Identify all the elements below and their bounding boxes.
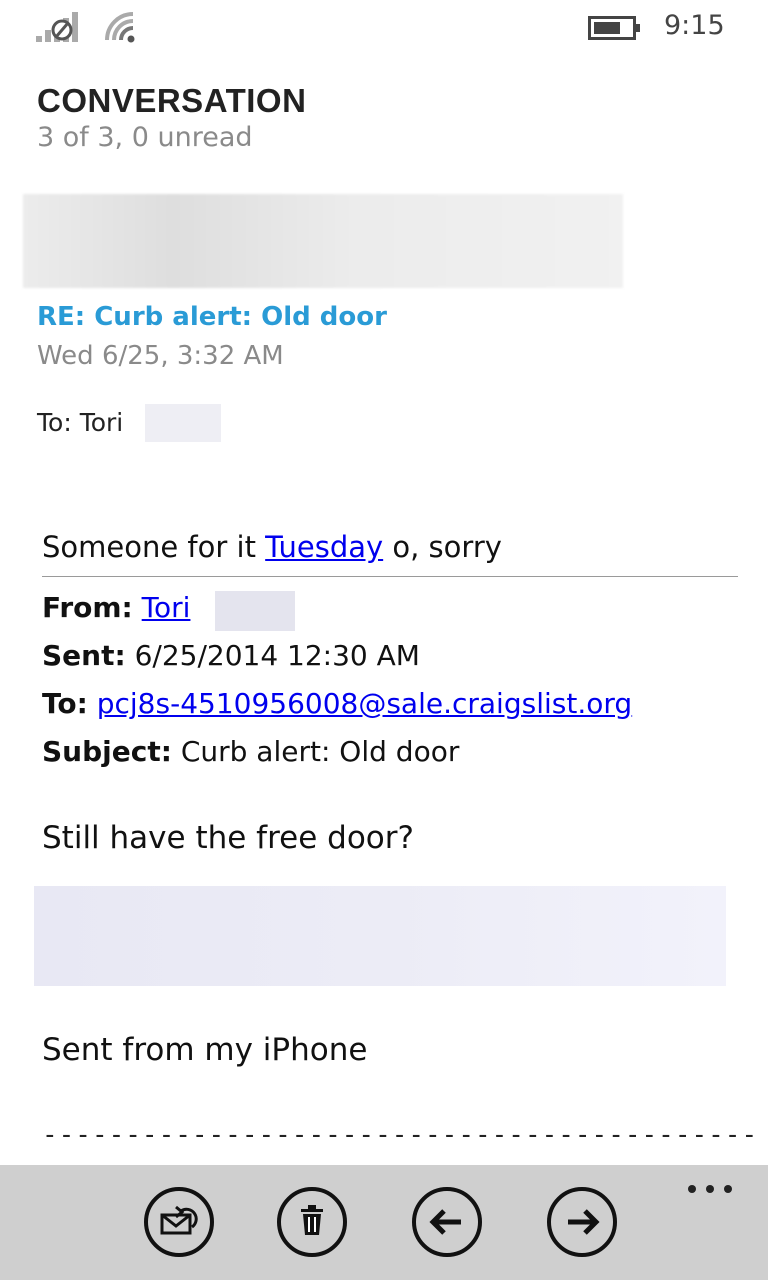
from-surname-redacted <box>215 591 295 631</box>
previous-icon <box>429 1209 461 1235</box>
recipient-surname-redacted <box>145 404 221 442</box>
recipient-line[interactable]: To: Tori <box>37 408 123 437</box>
sent-value: 6/25/2014 12:30 AM <box>134 639 420 672</box>
delete-button[interactable] <box>277 1187 347 1257</box>
quoted-question: Still have the free door? <box>42 820 414 856</box>
app-bar <box>0 1165 768 1280</box>
status-time: 9:15 <box>664 10 725 41</box>
body-prefix: Someone for it <box>42 530 266 564</box>
from-label: From: <box>42 591 133 624</box>
reply-body-text: Someone for it Tuesday o, sorry <box>42 530 502 564</box>
delete-icon <box>301 1205 323 1235</box>
wifi-icon <box>105 12 135 43</box>
quote-divider <box>42 576 738 577</box>
quoted-body-redacted <box>34 886 726 986</box>
status-bar: 9:15 <box>0 0 768 56</box>
reply-button[interactable] <box>144 1187 214 1257</box>
quoted-subject-row: Subject: Curb alert: Old door <box>42 735 459 768</box>
signal-no-sim-icon <box>36 12 78 42</box>
next-message-button[interactable] <box>547 1187 617 1257</box>
battery-icon <box>588 16 640 40</box>
page-title: CONVERSATION <box>37 82 307 119</box>
separator-line: ----------------------------------------… <box>42 1120 759 1150</box>
subject-value: Curb alert: Old door <box>180 735 460 768</box>
quoted-to-row: To: pcj8s-4510956008@sale.craigslist.org <box>42 687 632 720</box>
body-suffix: o, sorry <box>383 530 502 564</box>
sent-label: Sent: <box>42 639 126 672</box>
email-conversation-screen: 9:15 CONVERSATION 3 of 3, 0 unread RE: C… <box>0 0 768 1280</box>
next-icon <box>568 1209 600 1235</box>
quoted-from-row: From: Tori <box>42 591 190 624</box>
sender-name-redacted <box>23 194 623 288</box>
email-signature: Sent from my iPhone <box>42 1032 368 1068</box>
tuesday-link[interactable]: Tuesday <box>265 530 383 564</box>
to-label: To: <box>42 687 88 720</box>
to-email-link[interactable]: pcj8s-4510956008@sale.craigslist.org <box>97 687 632 720</box>
subject-label: Subject: <box>42 735 172 768</box>
from-link[interactable]: Tori <box>142 591 191 624</box>
email-date: Wed 6/25, 3:32 AM <box>37 341 284 371</box>
previous-message-button[interactable] <box>412 1187 482 1257</box>
reply-icon <box>160 1205 198 1235</box>
quoted-sent-row: Sent: 6/25/2014 12:30 AM <box>42 639 420 672</box>
email-subject: RE: Curb alert: Old door <box>37 302 387 332</box>
more-options-icon[interactable] <box>686 1181 734 1197</box>
conversation-count: 3 of 3, 0 unread <box>37 122 253 153</box>
